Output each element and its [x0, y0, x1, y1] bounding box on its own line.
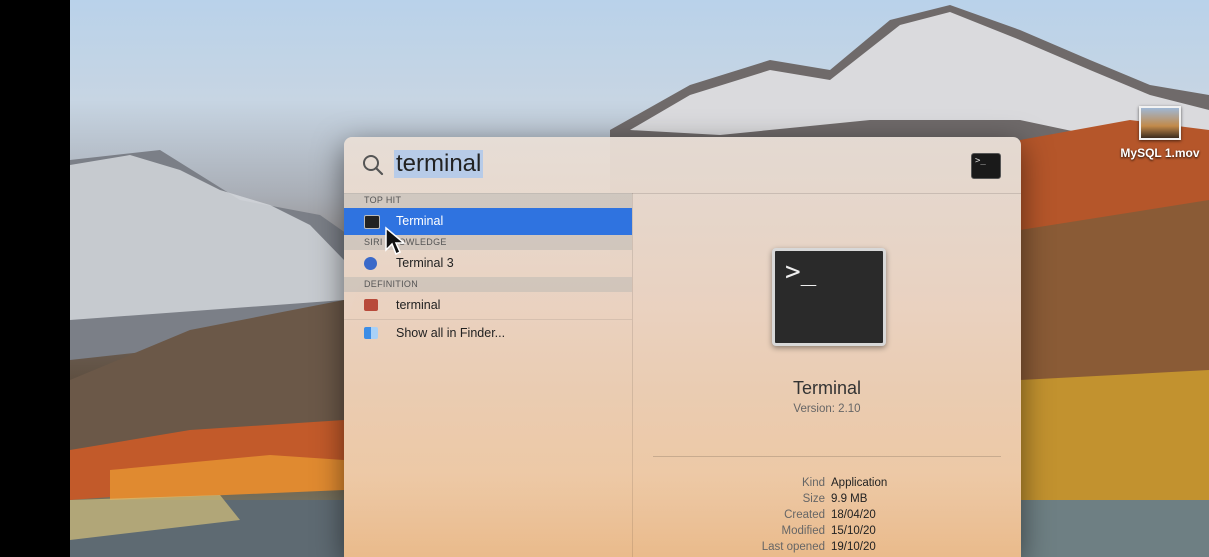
preview-app-version: Version: 2.10 — [793, 403, 861, 415]
meta-row-created: Created 18/04/20 — [633, 507, 1021, 523]
meta-value: 18/04/20 — [831, 509, 876, 521]
search-icon — [363, 155, 384, 176]
meta-value: 9.9 MB — [831, 493, 868, 505]
terminal-prompt-glyph: >_ — [785, 257, 817, 287]
spotlight-window: terminal >_ TOP HIT Terminal SIRI KNOWLE… — [344, 137, 1021, 557]
meta-key: Modified — [781, 525, 825, 537]
meta-row-modified: Modified 15/10/20 — [633, 523, 1021, 539]
result-label: terminal — [396, 298, 441, 312]
dictionary-icon — [364, 299, 378, 311]
desktop-file-mysql-movie[interactable]: MySQL 1.mov — [1120, 106, 1200, 160]
meta-value: 15/10/20 — [831, 525, 876, 537]
terminal-app-large-icon: >_ — [772, 248, 886, 346]
meta-row-size: Size 9.9 MB — [633, 491, 1021, 507]
show-all-in-finder[interactable]: Show all in Finder... — [344, 319, 632, 347]
preview-pane: >_ Terminal Version: 2.10 Kind Applicati… — [633, 193, 1021, 557]
result-label: Terminal 3 — [396, 256, 454, 270]
movie-thumbnail-icon — [1139, 106, 1181, 140]
result-item-definition-terminal[interactable]: terminal — [344, 292, 632, 319]
meta-key: Size — [802, 493, 825, 505]
section-header-definition: DEFINITION — [344, 277, 632, 292]
desktop-file-label: MySQL 1.mov — [1120, 146, 1200, 160]
meta-value: 19/10/20 — [831, 541, 876, 553]
left-black-bar — [0, 0, 70, 557]
terminal-mini-icon: >_ — [971, 153, 1001, 179]
preview-app-name: Terminal — [792, 378, 862, 398]
preview-divider — [653, 456, 1001, 457]
meta-key: Last opened — [761, 541, 825, 553]
terminal-icon — [364, 215, 380, 229]
meta-row-kind: Kind Application — [633, 475, 1021, 491]
preview-metadata: Kind Application Size 9.9 MB Created 18/… — [633, 475, 1021, 555]
search-input[interactable]: terminal — [394, 150, 484, 178]
mouse-pointer-icon — [385, 226, 407, 256]
spotlight-search-bar[interactable]: terminal >_ — [344, 137, 1021, 194]
meta-key: Created — [784, 509, 825, 521]
meta-row-last-opened: Last opened 19/10/20 — [633, 539, 1021, 555]
finder-icon — [364, 327, 378, 339]
siri-icon — [364, 257, 377, 270]
meta-key: Kind — [801, 477, 825, 489]
show-all-label: Show all in Finder... — [396, 326, 506, 340]
section-header-top-hit: TOP HIT — [344, 193, 632, 208]
meta-value: Application — [831, 477, 888, 489]
